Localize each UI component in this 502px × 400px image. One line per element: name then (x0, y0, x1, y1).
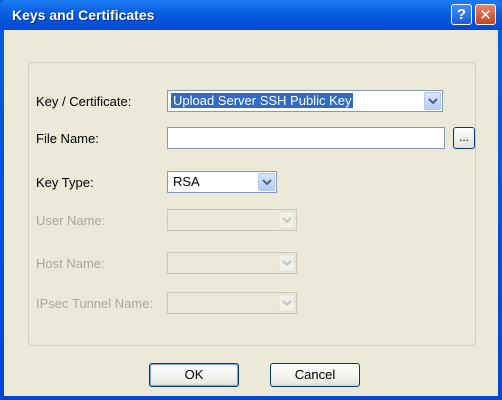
ok-button[interactable]: OK (149, 363, 239, 387)
help-button[interactable]: ? (451, 4, 472, 25)
host-name-label: Host Name: (36, 256, 105, 271)
cancel-button[interactable]: Cancel (270, 363, 360, 387)
key-type-label: Key Type: (36, 175, 94, 190)
key-certificate-label: Key / Certificate: (36, 94, 132, 109)
title-bar[interactable]: Keys and Certificates ? ✕ (0, 0, 502, 30)
dialog-window: Keys and Certificates ? ✕ Key / Certific… (0, 0, 502, 400)
key-type-dropdown[interactable]: RSA (167, 171, 277, 193)
help-icon: ? (456, 6, 467, 23)
key-certificate-dropdown[interactable]: Upload Server SSH Public Key (167, 90, 443, 112)
user-name-dropdown[interactable] (167, 209, 297, 231)
chevron-down-icon (278, 294, 295, 312)
browse-button[interactable]: ... (453, 127, 475, 149)
window-title: Keys and Certificates (12, 7, 155, 23)
key-certificate-value: Upload Server SSH Public Key (171, 93, 354, 108)
close-button[interactable]: ✕ (475, 4, 496, 25)
chevron-down-icon (278, 254, 295, 272)
chevron-down-icon (278, 211, 295, 229)
key-type-value: RSA (173, 174, 200, 189)
chevron-down-icon[interactable] (258, 173, 275, 191)
ipsec-tunnel-name-label: IPsec Tunnel Name: (36, 296, 154, 311)
user-name-label: User Name: (36, 213, 106, 228)
file-name-label: File Name: (36, 131, 99, 146)
host-name-dropdown[interactable] (167, 252, 297, 274)
file-name-input[interactable] (167, 127, 445, 149)
ipsec-tunnel-name-dropdown[interactable] (167, 292, 297, 314)
chevron-down-icon[interactable] (424, 92, 441, 110)
dialog-body: Key / Certificate: Upload Server SSH Pub… (4, 30, 498, 396)
close-icon: ✕ (479, 6, 492, 24)
